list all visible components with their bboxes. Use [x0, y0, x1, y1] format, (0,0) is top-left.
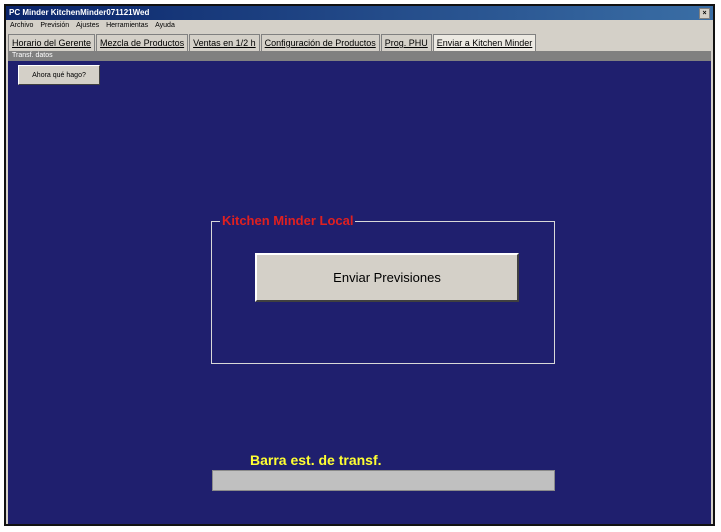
groupbox-title: Kitchen Minder Local	[220, 213, 356, 229]
menu-prevision[interactable]: Previsión	[40, 20, 69, 32]
menu-ayuda[interactable]: Ayuda	[155, 20, 175, 32]
tab-ventas-media-hora[interactable]: Ventas en 1/2 h	[189, 34, 260, 51]
app-window: PC Minder KitchenMinder071121Wed × Archi…	[4, 4, 715, 526]
menu-archivo[interactable]: Archivo	[10, 20, 33, 32]
tab-enviar-kitchen-minder[interactable]: Enviar a Kitchen Minder	[432, 34, 537, 51]
tab-configuracion-productos[interactable]: Configuración de Productos	[260, 34, 380, 51]
send-forecasts-button[interactable]: Enviar Previsiones	[255, 253, 519, 302]
tab-prog-phu[interactable]: Prog. PHU	[380, 34, 432, 51]
menu-ajustes[interactable]: Ajustes	[76, 20, 99, 32]
help-button[interactable]: Ahora qué hago?	[18, 65, 100, 85]
tab-bar: Horario del Gerente Mezcla de Productos …	[8, 34, 537, 51]
section-header: Transf. datos	[8, 51, 711, 61]
window-title: PC Minder KitchenMinder071121Wed	[9, 8, 150, 17]
title-bar: PC Minder KitchenMinder071121Wed ×	[6, 6, 713, 20]
menu-herramientas[interactable]: Herramientas	[106, 20, 148, 32]
kitchen-minder-groupbox: Kitchen Minder Local Enviar Previsiones	[211, 213, 555, 364]
tab-horario-gerente[interactable]: Horario del Gerente	[8, 34, 96, 51]
menu-bar: Archivo Previsión Ajustes Herramientas A…	[6, 20, 713, 32]
transfer-status-label: Barra est. de transf.	[250, 452, 382, 468]
transfer-progress-bar	[212, 470, 555, 491]
tab-mezcla-productos[interactable]: Mezcla de Productos	[96, 34, 189, 51]
close-icon[interactable]: ×	[699, 8, 710, 19]
main-panel: Ahora qué hago? Kitchen Minder Local Env…	[8, 61, 711, 524]
section-label: Transf. datos	[12, 52, 53, 59]
